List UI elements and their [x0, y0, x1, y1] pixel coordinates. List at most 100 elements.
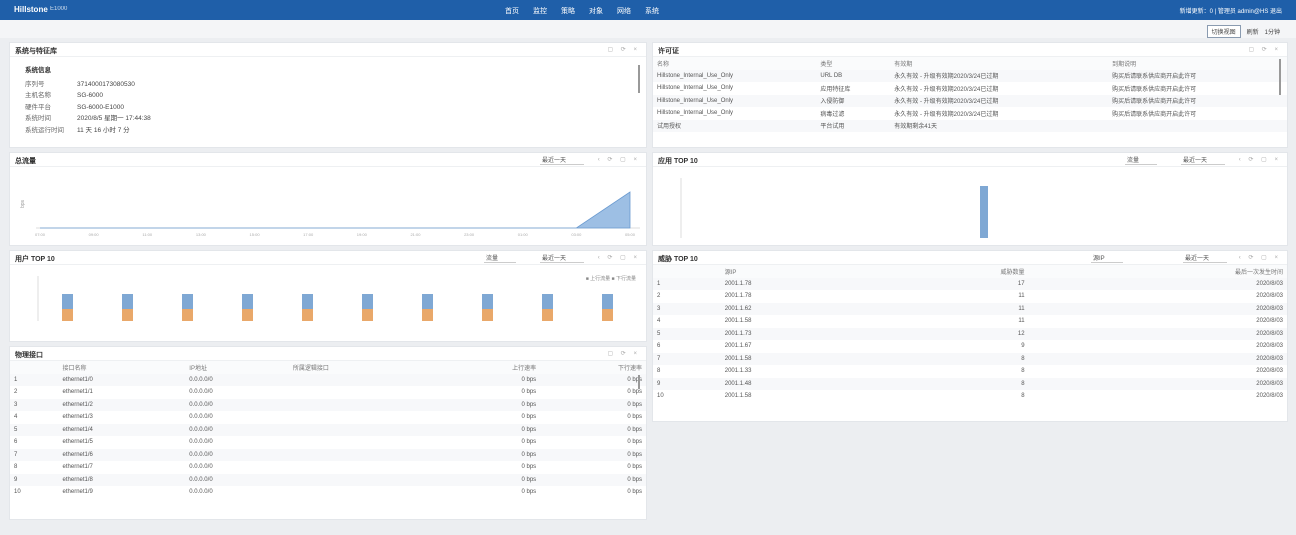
cell: 0.0.0.0/0: [185, 373, 289, 386]
time-range-select[interactable]: 最近一天: [540, 155, 585, 165]
nav-home[interactable]: 首页: [505, 6, 519, 16]
bar-downstream[interactable]: [302, 309, 313, 321]
panel-controls-icon[interactable]: ▢ ⟳ ×: [607, 350, 640, 357]
table-row[interactable]: 5 2001.1.73 12 2020/8/03: [653, 327, 1287, 340]
table-row[interactable]: 4 ethernet1/3 0.0.0.0/0 0 bps 0 bps: [10, 411, 646, 424]
cell: Hillstone_Internal_Use_Only: [653, 94, 817, 107]
panel-controls-icon[interactable]: ‹ ⟳ ▢ ×: [598, 156, 640, 163]
bar-downstream[interactable]: [422, 309, 433, 321]
cell: 0 bps: [627, 389, 642, 396]
user-top-panel: 用户 TOP 10 流量 最近一天 ‹ ⟳ ▢ × ■ 上行流量 ■ 下行流量: [9, 250, 647, 342]
cell: 购买后请联系供应商开启此许可: [1112, 86, 1197, 93]
y-axis-label: bps: [20, 199, 26, 208]
nav-system[interactable]: 系统: [645, 6, 659, 16]
table-row[interactable]: 10 ethernet1/9 0.0.0.0/0 0 bps 0 bps: [10, 486, 646, 499]
bar-upstream[interactable]: [122, 294, 133, 309]
table-row[interactable]: 7 ethernet1/6 0.0.0.0/0 0 bps 0 bps: [10, 448, 646, 461]
panel-controls-icon[interactable]: ▢ ⟳ ×: [607, 46, 640, 53]
column-header: 所属逻辑接口: [288, 361, 435, 374]
license-panel: 许可证 ▢ ⟳ × 名称 类型 有效期 到期说明 Hillstone_Internal_…: [652, 42, 1288, 148]
panel-controls-icon[interactable]: ‹ ⟳ ▢ ×: [1239, 156, 1281, 163]
panel-title: 许可证: [658, 48, 679, 55]
table-row[interactable]: 2 ethernet1/1 0.0.0.0/0 0 bps 0 bps: [10, 386, 646, 399]
time-range-select[interactable]: 最近一天: [540, 253, 585, 263]
traffic-panel: 总流量 最近一天 ‹ ⟳ ▢ × bps 07:00 09:00 11:00 13:00 1…: [9, 152, 647, 246]
table-row[interactable]: 8 2001.1.33 8 2020/8/03: [653, 365, 1287, 378]
cell: 2: [657, 293, 661, 300]
table-row[interactable]: 8 ethernet1/7 0.0.0.0/0 0 bps 0 bps: [10, 461, 646, 474]
bar-downstream[interactable]: [602, 309, 613, 321]
table-row[interactable]: 2 2001.1.78 11 2020/8/03: [653, 290, 1287, 303]
column-header: [653, 265, 721, 278]
bar-downstream[interactable]: [182, 309, 193, 321]
table-row[interactable]: 3 ethernet1/2 0.0.0.0/0 0 bps 0 bps: [10, 398, 646, 411]
refresh-interval-select[interactable]: 1分钟: [1265, 27, 1280, 36]
x-tick-label: 21:00: [410, 232, 421, 237]
column-header: 接口名称: [58, 361, 186, 374]
nav-policy[interactable]: 策略: [561, 6, 575, 16]
refresh-button[interactable]: 刷新: [1247, 27, 1259, 36]
metric-select[interactable]: 流量: [484, 253, 517, 263]
panel-controls-icon[interactable]: ‹ ⟳ ▢ ×: [598, 254, 640, 261]
table-row[interactable]: 7 2001.1.58 8 2020/8/03: [653, 352, 1287, 365]
panel-controls-icon[interactable]: ▢ ⟳ ×: [1248, 46, 1281, 53]
x-tick-label: 13:00: [196, 232, 207, 237]
bar-downstream[interactable]: [122, 309, 133, 321]
bar-upstream[interactable]: [602, 294, 613, 309]
bar-downstream[interactable]: [242, 309, 253, 321]
info-key: 序列号: [25, 80, 45, 88]
nav-monitor[interactable]: 监控: [533, 6, 547, 16]
bar-downstream[interactable]: [362, 309, 373, 321]
table-row[interactable]: 9 ethernet1/8 0.0.0.0/0 0 bps 0 bps: [10, 473, 646, 486]
bar-upstream[interactable]: [242, 294, 253, 309]
cell: 应用特征库: [820, 86, 851, 93]
scrollbar[interactable]: [1279, 59, 1281, 95]
bar[interactable]: [980, 186, 988, 238]
cell: [288, 448, 435, 461]
table-row[interactable]: 4 2001.1.58 11 2020/8/03: [653, 315, 1287, 328]
bar-upstream[interactable]: [542, 294, 553, 309]
serial-number: 3714000173080530: [77, 80, 135, 88]
bar-upstream[interactable]: [302, 294, 313, 309]
cell: URL DB: [816, 69, 891, 82]
user-info[interactable]: 新增更新：0 | 管理员 admin@HS 退出: [1180, 6, 1282, 15]
panel-controls-icon[interactable]: ‹ ⟳ ▢ ×: [1239, 254, 1281, 261]
bar-upstream[interactable]: [62, 294, 73, 309]
table-row[interactable]: 6 ethernet1/5 0.0.0.0/0 0 bps 0 bps: [10, 436, 646, 449]
time-range-select[interactable]: 最近一天: [1181, 155, 1226, 165]
cell: 11: [880, 302, 1029, 315]
table-row[interactable]: 3 2001.1.62 11 2020/8/03: [653, 302, 1287, 315]
system-info-panel: 系统与特征库 ▢ ⟳ × 系统信息 序列号 3714000173080530 主机名…: [9, 42, 647, 148]
cell: 0 bps: [434, 423, 541, 436]
scrollbar[interactable]: [638, 65, 640, 93]
bar-downstream[interactable]: [542, 309, 553, 321]
table-row[interactable]: 10 2001.1.58 8 2020/8/03: [653, 390, 1287, 403]
metric-select[interactable]: 流量: [1125, 155, 1158, 165]
table-row[interactable]: 1 ethernet1/0 0.0.0.0/0 0 bps 0 bps: [10, 373, 646, 386]
time-range-select[interactable]: 最近一天: [1183, 253, 1228, 263]
nav-object[interactable]: 对象: [589, 6, 603, 16]
switch-view-button[interactable]: 切换视图: [1206, 25, 1241, 38]
cell: 10: [657, 393, 664, 400]
bar-downstream[interactable]: [62, 309, 73, 321]
column-header: IP地址: [185, 361, 289, 374]
cell: 11: [1018, 318, 1025, 325]
panel-title: 系统与特征库: [15, 48, 57, 55]
table-row[interactable]: 6 2001.1.67 9 2020/8/03: [653, 340, 1287, 353]
panel-title: 应用 TOP 10: [658, 158, 698, 165]
bar-upstream[interactable]: [482, 294, 493, 309]
bar-downstream[interactable]: [482, 309, 493, 321]
filter-select[interactable]: 源IP: [1091, 253, 1123, 263]
cell: 0.0.0.0/0: [185, 423, 289, 436]
scrollbar[interactable]: [638, 375, 640, 389]
table-row[interactable]: 1 2001.1.78 17 2020/8/03: [653, 277, 1287, 290]
cell: 0 bps: [627, 489, 642, 496]
bar-upstream[interactable]: [422, 294, 433, 309]
table-row[interactable]: 5 ethernet1/4 0.0.0.0/0 0 bps 0 bps: [10, 423, 646, 436]
bar-upstream[interactable]: [362, 294, 373, 309]
nav-network[interactable]: 网络: [617, 6, 631, 16]
cell: 有效期剩余41天: [890, 119, 1109, 132]
column-header: 上行速率: [434, 361, 541, 374]
table-row[interactable]: 9 2001.1.48 8 2020/8/03: [653, 377, 1287, 390]
bar-upstream[interactable]: [182, 294, 193, 309]
